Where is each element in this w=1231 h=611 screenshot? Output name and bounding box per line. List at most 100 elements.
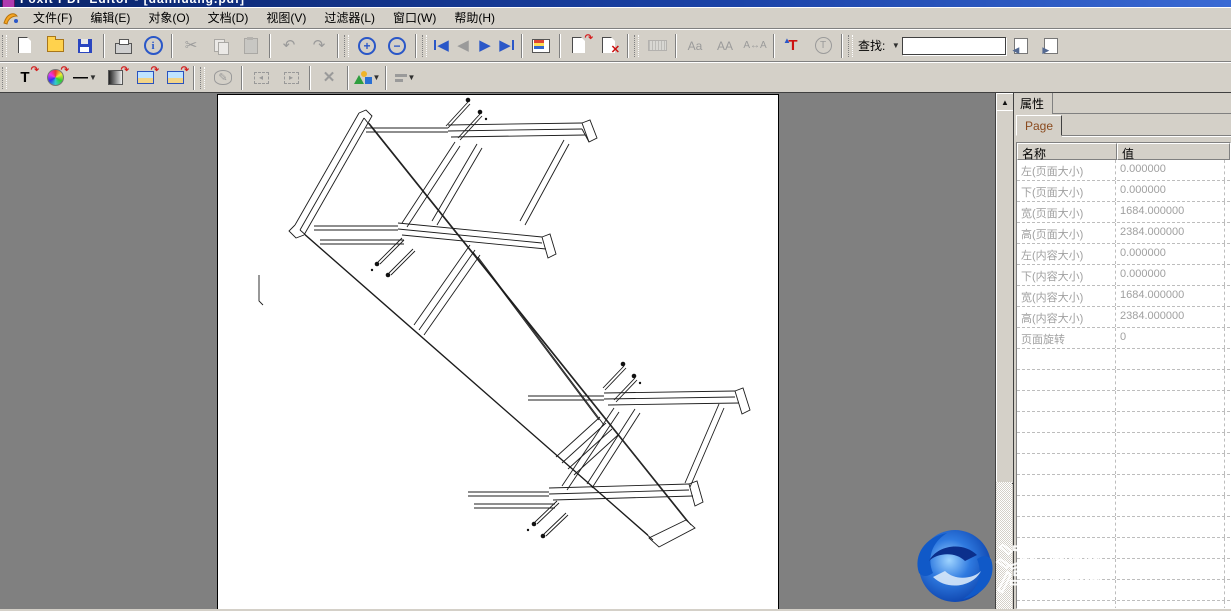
print-button[interactable] xyxy=(108,33,138,59)
printer-icon xyxy=(115,43,132,54)
row-filler xyxy=(1225,475,1230,495)
table-row[interactable]: 下(页面大小) 0.000000 xyxy=(1017,181,1230,202)
zoom-out-icon: − xyxy=(388,37,406,55)
empty-row[interactable] xyxy=(1017,370,1230,391)
empty-row[interactable] xyxy=(1017,538,1230,559)
toolbar-grip[interactable] xyxy=(2,67,7,89)
header-value[interactable]: 值 xyxy=(1117,143,1230,160)
standard-toolbar: i ✂ ↶ ↷ + − ◀ ◀ ▶ ▶ ✕ Aa AA A↔A T▲ T 查找:… xyxy=(0,29,1231,62)
table-row[interactable]: 高(页面大小) 2384.000000 xyxy=(1017,223,1230,244)
edit-color-button[interactable] xyxy=(40,65,70,91)
table-row[interactable]: 左(页面大小) 0.000000 xyxy=(1017,160,1230,181)
toolbar-grip[interactable] xyxy=(422,35,427,57)
font-style-button[interactable]: Aa xyxy=(680,33,710,59)
scrollbar-thumb[interactable] xyxy=(996,110,1014,484)
empty-row[interactable] xyxy=(1017,580,1230,601)
toolbar-grip[interactable] xyxy=(634,35,639,57)
previous-page-button[interactable]: ◀ xyxy=(452,33,474,59)
open-document-button[interactable] xyxy=(40,33,70,59)
menu-filter[interactable]: 过滤器(L) xyxy=(315,7,384,28)
page-thumbnails-icon xyxy=(532,39,550,53)
menu-object[interactable]: 对象(O) xyxy=(139,7,198,28)
empty-row[interactable] xyxy=(1017,475,1230,496)
empty-cell xyxy=(1017,559,1116,579)
menu-window[interactable]: 窗口(W) xyxy=(384,7,445,28)
row-filler xyxy=(1225,517,1230,537)
next-object-button[interactable]: ▸ xyxy=(276,65,306,91)
text-bounds-button[interactable]: T xyxy=(808,33,838,59)
document-info-button[interactable]: i xyxy=(138,33,168,59)
document-workspace[interactable] xyxy=(0,93,995,609)
find-input[interactable] xyxy=(902,37,1006,55)
previous-object-button[interactable]: ◂ xyxy=(246,65,276,91)
table-row[interactable]: 宽(内容大小) 1684.000000 xyxy=(1017,286,1230,307)
menu-file[interactable]: 文件(F) xyxy=(24,7,81,28)
table-row[interactable]: 下(内容大小) 0.000000 xyxy=(1017,265,1230,286)
delete-object-button[interactable]: ✕ xyxy=(314,65,344,91)
menu-help[interactable]: 帮助(H) xyxy=(445,7,504,28)
toolbar-grip[interactable] xyxy=(200,67,205,89)
save-floppy-icon xyxy=(78,39,92,53)
toolbar-grip[interactable] xyxy=(848,35,853,57)
tab-page[interactable]: Page xyxy=(1016,115,1062,136)
find-options-dropdown[interactable]: ▼ xyxy=(888,33,902,59)
toolbar-grip[interactable] xyxy=(2,35,7,57)
table-row[interactable]: 页面旋转 0 xyxy=(1017,328,1230,349)
find-next-button[interactable]: ▶ xyxy=(1036,33,1066,59)
edit-shading-button[interactable] xyxy=(100,65,130,91)
align-icon xyxy=(395,74,407,82)
table-row[interactable]: 左(内容大小) 0.000000 xyxy=(1017,244,1230,265)
undo-button[interactable]: ↶ xyxy=(274,33,304,59)
copy-button[interactable] xyxy=(206,33,236,59)
insert-page-button[interactable] xyxy=(564,33,594,59)
right-triangle: ▶ xyxy=(499,37,511,54)
menu-document[interactable]: 文档(D) xyxy=(199,7,258,28)
page-thumbnails-button[interactable] xyxy=(526,33,556,59)
edit-text-button[interactable]: T xyxy=(10,65,40,91)
panel-tab-row: Page xyxy=(1014,114,1231,136)
cut-button[interactable]: ✂ xyxy=(176,33,206,59)
touchup-object-button[interactable]: ✎ xyxy=(208,65,238,91)
font-size-button[interactable]: AA xyxy=(710,33,740,59)
empty-row[interactable] xyxy=(1017,433,1230,454)
keyboard-input-button[interactable] xyxy=(642,33,672,59)
menu-edit[interactable]: 编辑(E) xyxy=(81,7,139,28)
char-spacing-button[interactable]: A↔A xyxy=(740,33,770,59)
new-document-button[interactable] xyxy=(10,33,40,59)
empty-row[interactable] xyxy=(1017,454,1230,475)
add-text-button[interactable]: T▲ xyxy=(778,33,808,59)
menu-view[interactable]: 视图(V) xyxy=(257,7,315,28)
header-name[interactable]: 名称 xyxy=(1017,143,1117,160)
redo-button[interactable]: ↷ xyxy=(304,33,334,59)
toolbar-separator xyxy=(521,34,523,58)
table-row[interactable]: 高(内容大小) 2384.000000 xyxy=(1017,307,1230,328)
align-objects-button[interactable]: ▼ xyxy=(390,65,420,91)
row-filler xyxy=(1225,391,1230,411)
pdf-page[interactable] xyxy=(217,94,779,609)
edit-image-button[interactable] xyxy=(130,65,160,91)
scrollbar-track[interactable] xyxy=(996,482,1012,609)
empty-row[interactable] xyxy=(1017,349,1230,370)
insert-shape-button[interactable]: ▼ xyxy=(352,65,382,91)
first-page-button[interactable]: ◀ xyxy=(430,33,452,59)
vertical-scrollbar[interactable]: ▲ xyxy=(995,93,1013,609)
save-document-button[interactable] xyxy=(70,33,100,59)
zoom-in-button[interactable]: + xyxy=(352,33,382,59)
delete-page-button[interactable]: ✕ xyxy=(594,33,624,59)
empty-row[interactable] xyxy=(1017,496,1230,517)
next-page-button[interactable]: ▶ xyxy=(474,33,496,59)
empty-row[interactable] xyxy=(1017,391,1230,412)
empty-row[interactable] xyxy=(1017,412,1230,433)
last-page-button[interactable]: ▶ xyxy=(496,33,518,59)
toolbar-grip[interactable] xyxy=(344,35,349,57)
find-previous-button[interactable]: ◀ xyxy=(1006,33,1036,59)
empty-row[interactable] xyxy=(1017,559,1230,580)
paste-button[interactable] xyxy=(236,33,266,59)
empty-row[interactable] xyxy=(1017,517,1230,538)
zoom-out-button[interactable]: − xyxy=(382,33,412,59)
panel-caption-row: 属性 xyxy=(1014,93,1231,114)
find-previous-icon: ◀ xyxy=(1014,38,1028,54)
replace-image-button[interactable] xyxy=(160,65,190,91)
table-row[interactable]: 宽(页面大小) 1684.000000 xyxy=(1017,202,1230,223)
line-style-button[interactable]: —▼ xyxy=(70,65,100,91)
